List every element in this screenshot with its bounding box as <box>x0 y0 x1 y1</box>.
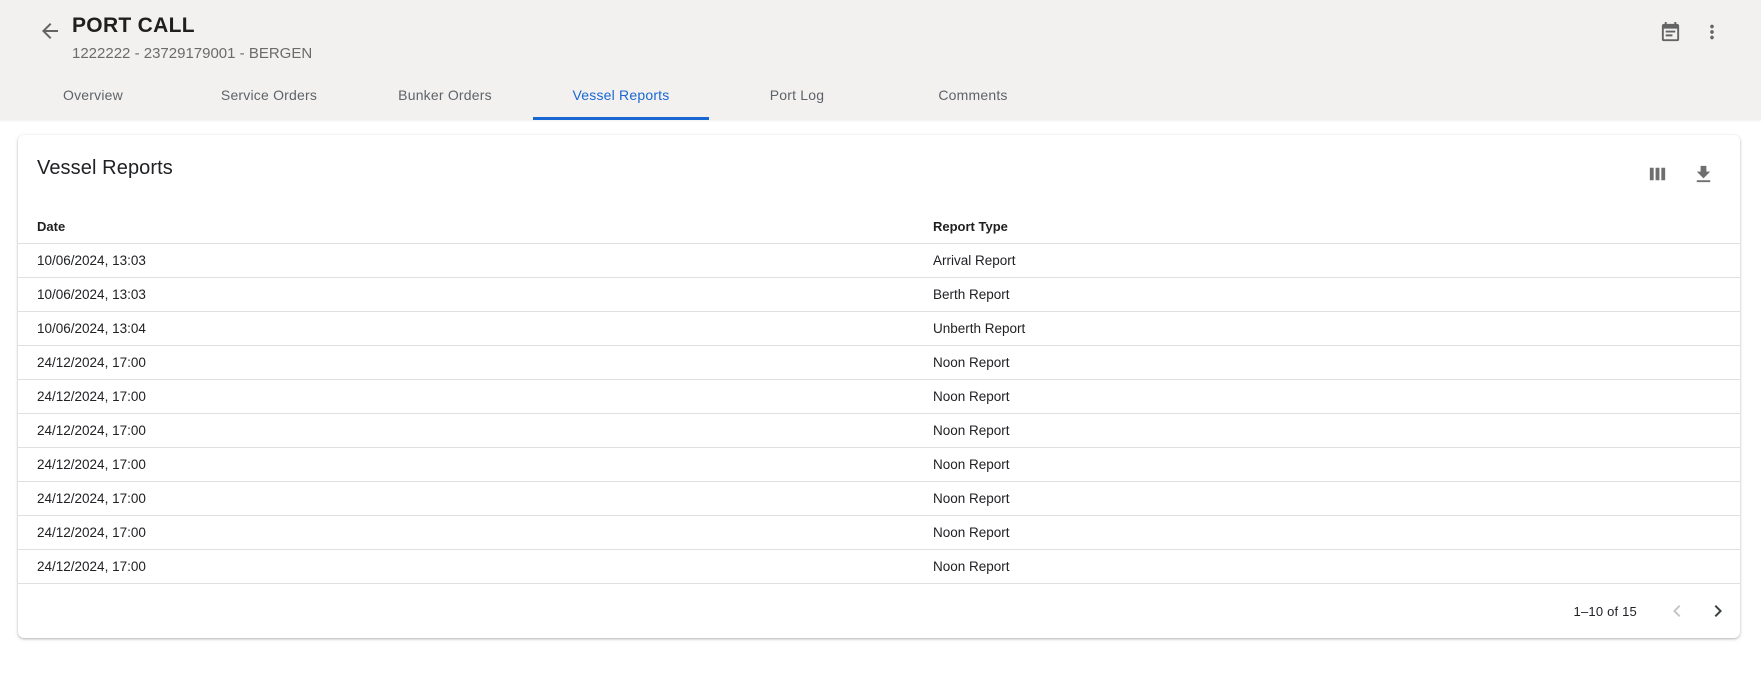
appbar-top-row: PORT CALL 1222222 - 23729179001 - BERGEN <box>0 0 1761 70</box>
cell-date: 24/12/2024, 17:00 <box>37 525 933 540</box>
page-title: PORT CALL <box>72 14 312 38</box>
table-row[interactable]: 24/12/2024, 17:00Noon Report <box>18 380 1740 414</box>
cell-date: 10/06/2024, 13:03 <box>37 287 933 302</box>
cell-date: 24/12/2024, 17:00 <box>37 389 933 404</box>
cell-report-type: Noon Report <box>933 355 1740 370</box>
column-settings-button[interactable] <box>1644 161 1670 187</box>
appbar: PORT CALL 1222222 - 23729179001 - BERGEN… <box>0 0 1761 120</box>
cell-report-type: Noon Report <box>933 491 1740 506</box>
title-block: PORT CALL 1222222 - 23729179001 - BERGEN <box>72 14 312 62</box>
cell-date: 24/12/2024, 17:00 <box>37 491 933 506</box>
table-row[interactable]: 24/12/2024, 17:00Noon Report <box>18 448 1740 482</box>
cell-report-type: Noon Report <box>933 423 1740 438</box>
card-header-actions <box>1644 161 1716 187</box>
table-row[interactable]: 24/12/2024, 17:00Noon Report <box>18 550 1740 584</box>
more-menu-button[interactable] <box>1699 19 1725 45</box>
table-header-row: Date Report Type <box>18 210 1740 244</box>
cell-report-type: Noon Report <box>933 559 1740 574</box>
cell-date: 24/12/2024, 17:00 <box>37 559 933 574</box>
download-button[interactable] <box>1690 161 1716 187</box>
previous-page-button[interactable] <box>1665 599 1689 623</box>
cell-report-type: Noon Report <box>933 457 1740 472</box>
tab-vessel-reports[interactable]: Vessel Reports <box>533 70 709 120</box>
table-row[interactable]: 24/12/2024, 17:00Noon Report <box>18 346 1740 380</box>
cell-date: 10/06/2024, 13:03 <box>37 253 933 268</box>
tab-service-orders[interactable]: Service Orders <box>181 70 357 120</box>
back-button[interactable] <box>37 18 63 44</box>
cell-report-type: Berth Report <box>933 287 1740 302</box>
table-row[interactable]: 24/12/2024, 17:00Noon Report <box>18 516 1740 550</box>
page-subtitle: 1222222 - 23729179001 - BERGEN <box>72 45 312 62</box>
cell-date: 24/12/2024, 17:00 <box>37 423 933 438</box>
column-header-report-type[interactable]: Report Type <box>933 219 1740 234</box>
vessel-reports-card: Vessel Reports Date Report Type 10/06/20… <box>18 135 1740 638</box>
table-row[interactable]: 10/06/2024, 13:04Unberth Report <box>18 312 1740 346</box>
card-header: Vessel Reports <box>18 135 1740 210</box>
cell-report-type: Arrival Report <box>933 253 1740 268</box>
download-icon <box>1692 163 1715 186</box>
table-row[interactable]: 10/06/2024, 13:03Berth Report <box>18 278 1740 312</box>
table-row[interactable]: 24/12/2024, 17:00Noon Report <box>18 482 1740 516</box>
tab-overview[interactable]: Overview <box>5 70 181 120</box>
tab-bunker-orders[interactable]: Bunker Orders <box>357 70 533 120</box>
cell-date: 24/12/2024, 17:00 <box>37 355 933 370</box>
cell-date: 10/06/2024, 13:04 <box>37 321 933 336</box>
chevron-right-icon <box>1706 599 1730 623</box>
chevron-left-icon <box>1665 599 1689 623</box>
tab-bar: OverviewService OrdersBunker OrdersVesse… <box>0 70 1761 120</box>
column-header-date[interactable]: Date <box>37 219 933 234</box>
next-page-button[interactable] <box>1706 599 1730 623</box>
view-columns-icon <box>1646 163 1669 186</box>
table-row[interactable]: 10/06/2024, 13:03Arrival Report <box>18 244 1740 278</box>
calendar-button[interactable] <box>1657 19 1683 45</box>
kebab-vertical-icon <box>1701 21 1723 43</box>
panel-title: Vessel Reports <box>37 157 173 180</box>
cell-date: 24/12/2024, 17:00 <box>37 457 933 472</box>
reports-table: Date Report Type 10/06/2024, 13:03Arriva… <box>18 210 1740 584</box>
table-row[interactable]: 24/12/2024, 17:00Noon Report <box>18 414 1740 448</box>
pagination-bar: 1–10 of 15 <box>18 584 1740 638</box>
table-body: 10/06/2024, 13:03Arrival Report10/06/202… <box>18 244 1740 584</box>
cell-report-type: Noon Report <box>933 389 1740 404</box>
tab-comments[interactable]: Comments <box>885 70 1061 120</box>
calendar-icon <box>1659 21 1682 44</box>
cell-report-type: Unberth Report <box>933 321 1740 336</box>
arrow-left-icon <box>38 19 62 43</box>
pagination-range-label: 1–10 of 15 <box>1574 604 1637 619</box>
cell-report-type: Noon Report <box>933 525 1740 540</box>
tab-port-log[interactable]: Port Log <box>709 70 885 120</box>
